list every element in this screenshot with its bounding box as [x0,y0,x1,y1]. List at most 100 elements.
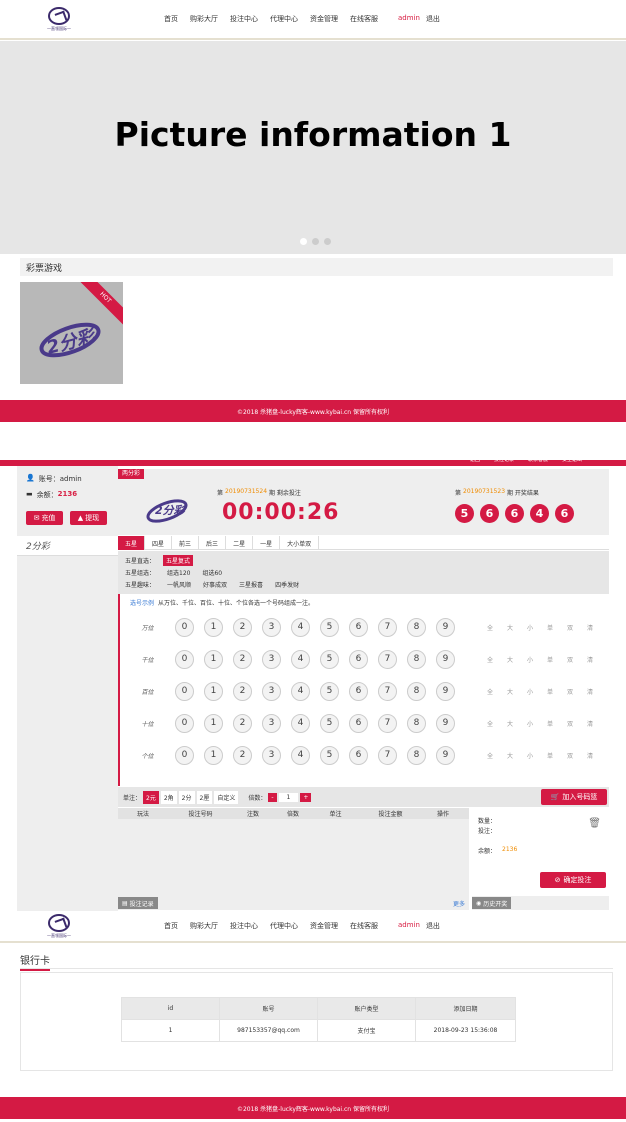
unit-2jiao[interactable]: 2角 [160,790,177,804]
history-button[interactable]: ◉ 历史开奖 [472,897,512,909]
quick-select-button[interactable]: 清 [580,687,600,696]
game-card-2fc[interactable]: HOT 2分彩 [20,282,123,384]
trash-icon[interactable]: 🗑 [588,818,601,829]
digit-ball[interactable]: 6 [349,681,368,701]
digit-ball[interactable]: 5 [320,649,339,669]
digit-ball[interactable]: 0 [175,649,194,669]
digit-ball[interactable]: 6 [349,617,368,637]
quick-select-button[interactable]: 双 [560,719,580,728]
quick-select-button[interactable]: 小 [520,687,540,696]
digit-ball[interactable]: 3 [262,713,281,733]
digit-ball[interactable]: 1 [204,681,223,701]
quick-select-button[interactable]: 全 [480,623,500,632]
quick-select-button[interactable]: 清 [580,655,600,664]
digit-ball[interactable]: 9 [436,649,455,669]
digit-ball[interactable]: 5 [320,681,339,701]
tab-four-star[interactable]: 四星 [145,536,173,550]
quick-select-button[interactable]: 双 [560,687,580,696]
quick-select-button[interactable]: 大 [500,751,520,760]
digit-ball[interactable]: 6 [349,745,368,765]
quick-select-button[interactable]: 全 [480,687,500,696]
quick-select-button[interactable]: 清 [580,623,600,632]
digit-ball[interactable]: 4 [291,617,310,637]
digit-ball[interactable]: 9 [436,745,455,765]
quick-select-button[interactable]: 大 [500,719,520,728]
digit-ball[interactable]: 5 [320,617,339,637]
digit-ball[interactable]: 8 [407,713,426,733]
quick-select-button[interactable]: 双 [560,623,580,632]
digit-ball[interactable]: 3 [262,617,281,637]
digit-ball[interactable]: 8 [407,649,426,669]
quick-select-button[interactable]: 全 [480,719,500,728]
nav-lottery-hall[interactable]: 购彩大厅 [190,14,218,24]
tab-five-star[interactable]: 五星 [118,536,146,550]
nav-agent-center[interactable]: 代理中心 [270,921,298,931]
confirm-bet-button[interactable]: ⊘ 确定投注 [540,872,606,888]
nav-logout[interactable]: 退出 [426,921,440,931]
sub-option-group60[interactable]: 组选60 [202,568,222,577]
sub-option-fun1[interactable]: 一帆风顺 [167,580,191,589]
tab-front-three[interactable]: 前三 [172,536,200,550]
tab-big-small[interactable]: 大小单双 [280,536,320,550]
quick-select-button[interactable]: 全 [480,751,500,760]
digit-ball[interactable]: 4 [291,649,310,669]
quick-select-button[interactable]: 单 [540,751,560,760]
digit-ball[interactable]: 0 [175,681,194,701]
digit-ball[interactable]: 0 [175,617,194,637]
sidebar-item-2fc[interactable]: 2分彩 [17,536,118,556]
sub-option-five-star[interactable]: 五星复式 [163,554,194,566]
digit-ball[interactable]: 7 [378,745,397,765]
digit-ball[interactable]: 4 [291,745,310,765]
top-link-records[interactable]: 投注记录 [494,456,514,463]
digit-ball[interactable]: 2 [233,649,252,669]
digit-ball[interactable]: 6 [349,649,368,669]
top-link-back[interactable]: 返回 [470,456,480,463]
top-link-service[interactable]: 联系客服 [528,456,548,463]
add-basket-button[interactable]: 🛒 加入号码篮 [541,789,607,805]
quick-select-button[interactable]: 小 [520,623,540,632]
tab-back-three[interactable]: 后三 [199,536,227,550]
quick-select-button[interactable]: 小 [520,655,540,664]
hero-banner[interactable]: Picture information 1 [0,41,626,254]
quick-select-button[interactable]: 单 [540,687,560,696]
top-link-logout[interactable]: 安全退出 [562,456,582,463]
multiple-plus-button[interactable]: + [300,792,312,802]
carousel-dot-2[interactable] [312,238,319,245]
records-button[interactable]: ▤ 投注记录 [118,897,158,909]
nav-support[interactable]: 在线客服 [350,921,378,931]
nav-support[interactable]: 在线客服 [350,14,378,24]
example-link[interactable]: 选号示例 [130,598,154,607]
digit-ball[interactable]: 0 [175,713,194,733]
unit-2fen[interactable]: 2分 [178,790,195,804]
digit-ball[interactable]: 1 [204,649,223,669]
sub-option-fun3[interactable]: 三星报喜 [239,580,263,589]
nav-agent-center[interactable]: 代理中心 [270,14,298,24]
quick-select-button[interactable]: 清 [580,719,600,728]
unit-2yuan[interactable]: 2元 [143,790,159,804]
nav-betting-center[interactable]: 投注中心 [230,921,258,931]
quick-select-button[interactable]: 小 [520,751,540,760]
digit-ball[interactable]: 2 [233,681,252,701]
digit-ball[interactable]: 5 [320,713,339,733]
digit-ball[interactable]: 8 [407,617,426,637]
withdraw-button[interactable]: ▲ 提现 [70,511,107,525]
more-link[interactable]: 更多 [453,899,465,908]
quick-select-button[interactable]: 双 [560,655,580,664]
quick-select-button[interactable]: 清 [580,751,600,760]
digit-ball[interactable]: 2 [233,617,252,637]
quick-select-button[interactable]: 大 [500,687,520,696]
quick-select-button[interactable]: 单 [540,623,560,632]
carousel-dot-3[interactable] [324,238,331,245]
digit-ball[interactable]: 0 [175,745,194,765]
nav-home[interactable]: 首页 [164,921,178,931]
nav-logout[interactable]: 退出 [426,14,440,24]
quick-select-button[interactable]: 单 [540,655,560,664]
digit-ball[interactable]: 2 [233,713,252,733]
multiple-input[interactable]: 1 [278,792,299,802]
nav-funds[interactable]: 资金管理 [310,14,338,24]
nav-betting-center[interactable]: 投注中心 [230,14,258,24]
unit-custom[interactable]: 自定义 [214,790,239,804]
digit-ball[interactable]: 3 [262,649,281,669]
nav-username[interactable]: admin [398,921,420,931]
sub-option-fun4[interactable]: 四季发财 [275,580,299,589]
